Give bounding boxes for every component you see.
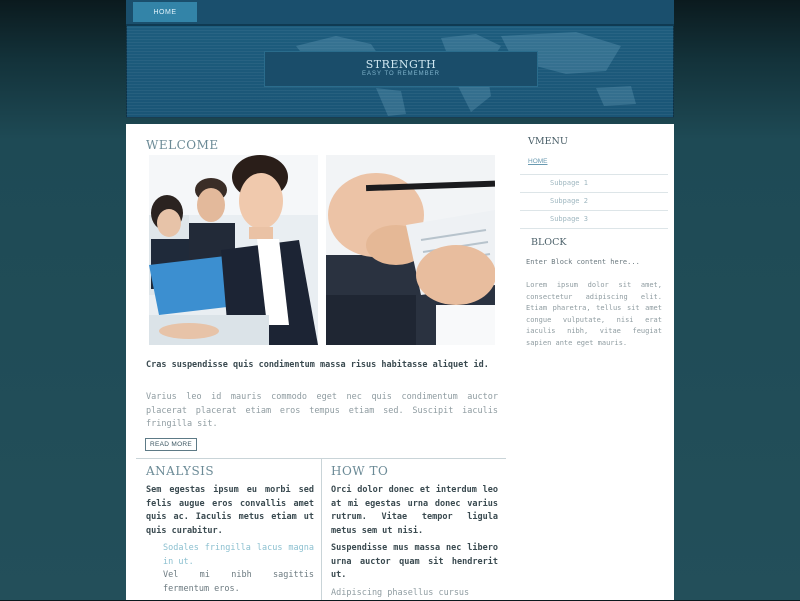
howto-paragraph: Adipiscing phasellus cursus [331,588,470,598]
vmenu-bottom-divider [520,228,668,229]
business-team-photo [149,155,318,345]
site-title-box: STRENGTH EASY TO REMEMBER [264,51,538,87]
welcome-lead-text: Cras suspendisse quis condimentum massa … [146,360,489,370]
nav-home-link[interactable]: HOME [133,2,197,22]
handshake-document-photo [326,155,495,345]
welcome-paragraph: Varius leo id mauris commodo eget nec qu… [146,392,498,429]
main-content: WELCOME Cras suspendisse quis condimentu… [126,124,674,600]
block-placeholder-text: Enter Block content here... [526,258,640,266]
analysis-lead-text: Sem egestas ipsum eu morbi sed felis aug… [146,485,314,536]
site-title: STRENGTH [365,58,437,71]
vmenu-home-link[interactable]: HOME [528,158,548,165]
analysis-heading: ANALYSIS [146,464,215,478]
site-slogan: EASY TO REMEMBER [361,71,441,77]
vmenu-subpage-3[interactable]: Subpage 3 [520,210,668,227]
vmenu-heading: VMENU [528,136,568,147]
howto-second-text: Suspendisse mus massa nec libero urna au… [331,543,498,580]
howto-lead-text: Orci dolor donec et interdum leo at mi e… [331,485,498,536]
top-nav-bar: HOME [126,0,674,26]
analysis-text: Vel mi nibh sagittis fermentum eros. [163,570,314,594]
block-heading: BLOCK [531,237,567,248]
analysis-link[interactable]: Sodales fringilla lacus magna in ut. [163,542,314,569]
welcome-heading: WELCOME [146,138,219,152]
column-divider [321,458,322,600]
block-body-text: Lorem ipsum dolor sit amet, consectetur … [526,281,662,347]
howto-heading: HOW TO [331,464,389,478]
read-more-button[interactable]: READ MORE [145,438,198,451]
site-header: HOME STRENGTH EASY TO REMEMBER [126,0,674,118]
vmenu-subpage-2[interactable]: Subpage 2 [520,192,668,209]
vmenu-subpage-1[interactable]: Subpage 1 [520,174,668,191]
